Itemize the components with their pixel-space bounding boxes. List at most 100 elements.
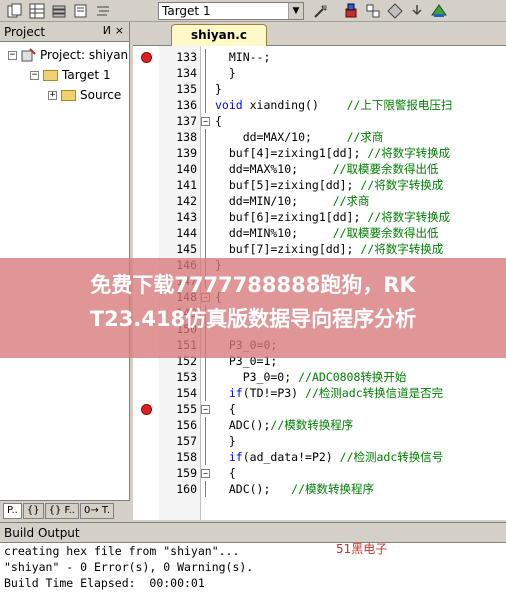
code-line[interactable]: 156 ADC();//模数转换程序 [133, 417, 506, 433]
code-line[interactable]: 142 dd=MIN/10; //求商 [133, 193, 506, 209]
fold-icon[interactable]: − [201, 117, 210, 126]
line-number: 136 [176, 98, 197, 112]
line-number: 133 [176, 50, 197, 64]
code-line[interactable]: 145 buf[7]=zixing[dd]; //将数字转换成 [133, 241, 506, 257]
line-number: 137 [176, 114, 197, 128]
stack-icon[interactable] [49, 2, 69, 20]
target-select[interactable]: Target 1 ▼ [158, 2, 304, 20]
line-number: 140 [176, 162, 197, 176]
tab-books[interactable]: {} [22, 502, 44, 519]
tree-item-label: Source [80, 88, 122, 102]
code-line[interactable]: 144 dd=MIN%10; //取模要余数得出低 [133, 225, 506, 241]
code-line[interactable]: 133 MIN--; [133, 49, 506, 65]
books-icon[interactable] [429, 2, 449, 20]
code-line[interactable]: 157 } [133, 433, 506, 449]
code-line[interactable]: 154 if(TD!=P3) //检测adc转换信道是否完 [133, 385, 506, 401]
fold-icon[interactable]: − [201, 469, 210, 478]
code-text: { [215, 466, 236, 480]
code-text: } [215, 434, 236, 448]
code-text: { [215, 114, 222, 128]
code-line[interactable]: 158 if(ad_data!=P2) //检测adc转换信号 [133, 449, 506, 465]
collapse-icon[interactable]: − [30, 70, 39, 80]
code-line[interactable]: 159− { [133, 465, 506, 481]
code-text: ADC();//模数转换程序 [215, 418, 354, 432]
download-icon[interactable] [407, 2, 427, 20]
grid-icon[interactable] [27, 2, 47, 20]
code-line[interactable]: 140 dd=MAX%10; //取模要余数得出低 [133, 161, 506, 177]
options-icon[interactable] [341, 2, 361, 20]
pin-icon[interactable]: И [103, 24, 111, 37]
collapse-icon[interactable]: − [8, 50, 17, 60]
line-number: 157 [176, 434, 197, 448]
copy-icon[interactable] [5, 2, 25, 20]
fold-guide [205, 369, 206, 385]
fold-guide [205, 145, 206, 161]
code-line[interactable]: 143 buf[6]=zixing1[dd]; //将数字转换成 [133, 209, 506, 225]
fold-icon[interactable]: − [201, 405, 210, 414]
watermark-text: 免费下载7777788888跑狗，RK T23.418仿真版数据导向程序分析 [0, 268, 506, 336]
tree-item-label: Target 1 [62, 68, 111, 82]
line-number: 159 [176, 466, 197, 480]
fold-guide [205, 49, 206, 65]
build-icon[interactable] [311, 2, 331, 20]
book-icon[interactable] [71, 2, 91, 20]
code-text: dd=MAX/10; //求商 [215, 130, 384, 144]
build-output-line: Build Time Elapsed: 00:00:01 [4, 576, 205, 590]
tree-item-label: Project: shiyan [40, 48, 129, 62]
code-line[interactable]: 141 buf[5]=zixing[dd]; //将数字转换成 [133, 177, 506, 193]
code-text: { [215, 402, 236, 416]
tree-item-target[interactable]: − Target 1 [30, 66, 111, 84]
line-number: 135 [176, 82, 197, 96]
build-output-line: creating hex file from "shiyan"... [4, 544, 240, 558]
align-icon[interactable] [93, 2, 113, 20]
close-icon[interactable]: × [115, 24, 124, 37]
code-line[interactable]: 134 } [133, 65, 506, 81]
build-output-pane: Build Output creating hex file from "shi… [0, 522, 506, 610]
line-number: 143 [176, 210, 197, 224]
expand-icon[interactable]: + [48, 90, 57, 100]
fold-guide [205, 193, 206, 209]
fold-guide [205, 129, 206, 145]
tab-functions[interactable]: {} F.. [44, 502, 79, 519]
project-icon [21, 48, 36, 62]
fold-guide [205, 385, 206, 401]
code-line[interactable]: 137−{ [133, 113, 506, 129]
code-text: if(ad_data!=P2) //检测adc转换信号 [228, 450, 444, 464]
folder-icon [61, 89, 76, 101]
code-text: } [215, 66, 236, 80]
watermark-line-1: 免费下载7777788888跑狗，RK [90, 273, 416, 297]
tree-item-source[interactable]: + Source [48, 86, 121, 104]
code-line[interactable]: 138 dd=MAX/10; //求商 [133, 129, 506, 145]
line-number: 145 [176, 242, 197, 256]
code-line[interactable]: 153 P3_0=0; //ADC0808转换开始 [133, 369, 506, 385]
code-line[interactable]: 155− { [133, 401, 506, 417]
code-line[interactable]: 139 buf[4]=zixing1[dd]; //将数字转换成 [133, 145, 506, 161]
editor-tab[interactable]: shiyan.c [171, 24, 267, 46]
watermark-stamp: 51黑电子 [336, 542, 388, 556]
tab-project[interactable]: P.. [3, 502, 22, 519]
code-text: dd=MAX%10; //取模要余数得出低 [215, 162, 439, 176]
tree-item-project[interactable]: − Project: shiyan [8, 46, 128, 64]
watermark-line-2: T23.418仿真版数据导向程序分析 [89, 307, 417, 331]
code-text: dd=MIN%10; //取模要余数得出低 [215, 226, 439, 240]
breakpoint-icon[interactable] [141, 404, 152, 415]
code-text: buf[4]=zixing1[dd]; //将数字转换成 [215, 146, 451, 160]
folder-icon [43, 69, 58, 81]
project-tabs: P.. {} {} F.. 0→ T. [0, 500, 130, 520]
manage-icon[interactable] [363, 2, 383, 20]
tab-templates[interactable]: 0→ T. [79, 502, 115, 519]
line-number: 154 [176, 386, 197, 400]
code-line[interactable]: 160 ADC(); //模数转换程序 [133, 481, 506, 497]
fold-guide [205, 417, 206, 433]
fold-guide [205, 177, 206, 193]
chevron-down-icon[interactable]: ▼ [288, 3, 303, 19]
diamond-icon[interactable] [385, 2, 405, 20]
breakpoint-icon[interactable] [141, 52, 152, 63]
code-text: if(TD!=P3) //检测adc转换信道是否完 [228, 386, 444, 400]
code-line[interactable]: 135} [133, 81, 506, 97]
project-pane-header: Project И × [0, 22, 129, 42]
line-number: 142 [176, 194, 197, 208]
code-line[interactable]: 136 void xianding() //上下限警报电压扫 [133, 97, 506, 113]
line-number: 134 [176, 66, 197, 80]
line-number: 144 [176, 226, 197, 240]
